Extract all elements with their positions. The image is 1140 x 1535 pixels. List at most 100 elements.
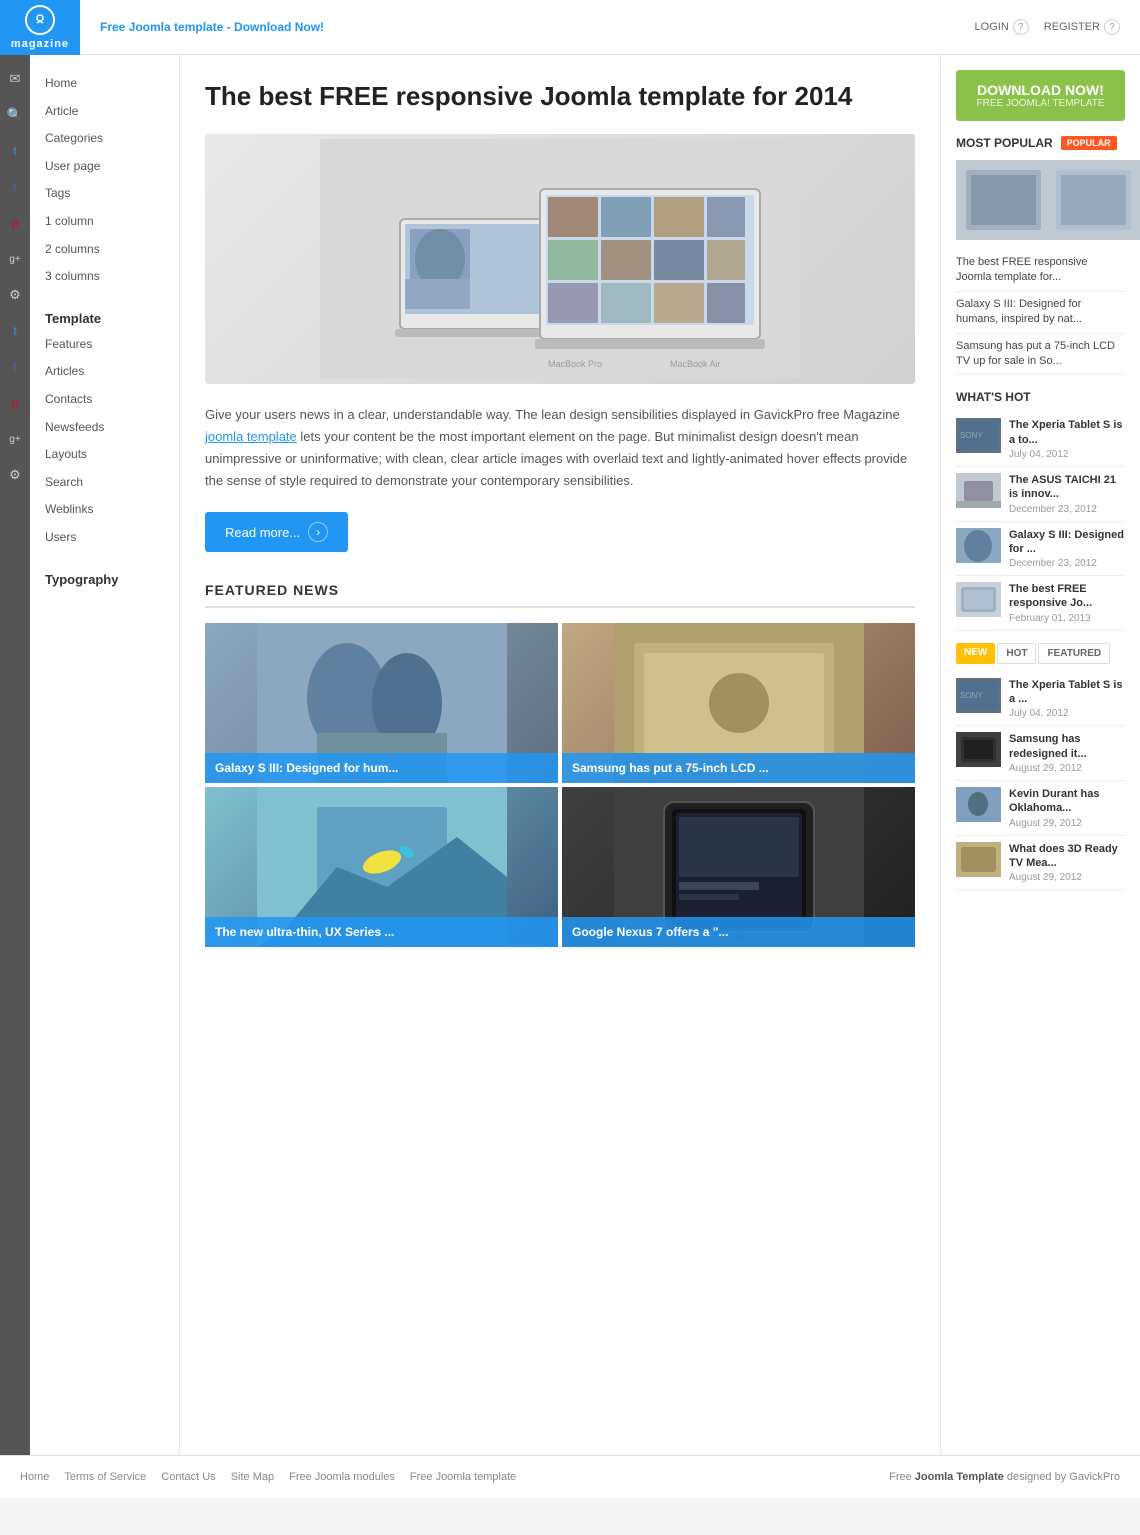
nav-articles[interactable]: Articles xyxy=(45,358,164,386)
read-more-button[interactable]: Read more... › xyxy=(205,512,348,552)
top-bar: magazine Free Joomla template - Download… xyxy=(0,0,1140,55)
featured-caption-4: Google Nexus 7 offers a "... xyxy=(562,917,915,947)
footer: Home Terms of Service Contact Us Site Ma… xyxy=(0,1455,1140,1498)
logo[interactable]: magazine xyxy=(0,0,80,55)
icon-sidebar: ✉ 🔍 t f p g+ ⚙ t f p g+ ⚙ xyxy=(0,55,30,1455)
new-info-3: Kevin Durant has Oklahoma... August 29, … xyxy=(1009,787,1125,829)
nav-contacts[interactable]: Contacts xyxy=(45,386,164,414)
featured-item-2[interactable]: Samsung has put a 75-inch LCD ... xyxy=(562,623,915,783)
svg-text:MacBook Air: MacBook Air xyxy=(670,359,721,369)
nav-features[interactable]: Features xyxy=(45,331,164,359)
popular-main-image xyxy=(956,160,1125,240)
nav-home[interactable]: Home xyxy=(45,70,164,98)
pinterest-icon-2[interactable]: p xyxy=(6,394,24,412)
hot-item-4[interactable]: The best FREE responsive Jo... February … xyxy=(956,576,1125,631)
new-thumb-4 xyxy=(956,842,1001,877)
new-item-2[interactable]: Samsung has redesigned it... August 29, … xyxy=(956,726,1125,781)
hot-item-1[interactable]: SONY The Xperia Tablet S is a to... July… xyxy=(956,412,1125,467)
nav-2col[interactable]: 2 columns xyxy=(45,236,164,264)
hot-thumb-3 xyxy=(956,528,1001,563)
popular-badge: POPULAR xyxy=(1061,136,1117,150)
footer-contact[interactable]: Contact Us xyxy=(161,1471,215,1483)
right-sidebar: DOWNLOAD NOW! FREE JOOMLA! TEMPLATE MOST… xyxy=(940,55,1140,1455)
featured-item-1[interactable]: Galaxy S III: Designed for hum... xyxy=(205,623,558,783)
twitter-icon-1[interactable]: t xyxy=(6,142,24,160)
whats-hot-title: WHAT'S HOT xyxy=(956,390,1125,404)
hot-thumb-4 xyxy=(956,582,1001,617)
search-sidebar-icon[interactable]: 🔍 xyxy=(6,106,24,124)
nav-tags[interactable]: Tags xyxy=(45,180,164,208)
footer-home[interactable]: Home xyxy=(20,1471,49,1483)
popular-item-3[interactable]: Samsung has put a 75-inch LCD TV up for … xyxy=(956,334,1125,376)
tab-featured[interactable]: FEATURED xyxy=(1038,643,1110,664)
rs-tabs: NEW HOT FEATURED xyxy=(956,643,1125,664)
twitter-icon-2[interactable]: t xyxy=(6,322,24,340)
featured-item-4[interactable]: Google Nexus 7 offers a "... xyxy=(562,787,915,947)
page-wrapper: ✉ 🔍 t f p g+ ⚙ t f p g+ ⚙ Home Article C… xyxy=(0,55,1140,1455)
nav-layouts[interactable]: Layouts xyxy=(45,441,164,469)
facebook-icon-2[interactable]: f xyxy=(6,358,24,376)
svg-text:SONY: SONY xyxy=(960,431,983,440)
nav-3col[interactable]: 3 columns xyxy=(45,263,164,291)
facebook-icon-1[interactable]: f xyxy=(6,178,24,196)
new-thumb-2 xyxy=(956,732,1001,767)
featured-item-3[interactable]: The new ultra-thin, UX Series ... xyxy=(205,787,558,947)
nav-categories[interactable]: Categories xyxy=(45,125,164,153)
hot-info-3: Galaxy S III: Designed for ... December … xyxy=(1009,528,1125,570)
hot-info-1: The Xperia Tablet S is a to... July 04, … xyxy=(1009,418,1125,460)
hot-item-3[interactable]: Galaxy S III: Designed for ... December … xyxy=(956,522,1125,577)
logo-text: magazine xyxy=(11,38,69,50)
footer-template[interactable]: Free Joomla template xyxy=(410,1471,516,1483)
read-more-arrow-icon: › xyxy=(308,522,328,542)
new-thumb-1: SONY xyxy=(956,678,1001,713)
tab-hot[interactable]: HOT xyxy=(997,643,1036,664)
nav-user-page[interactable]: User page xyxy=(45,153,164,181)
svg-text:SONY: SONY xyxy=(960,691,983,700)
nav-search[interactable]: Search xyxy=(45,469,164,497)
featured-grid: Galaxy S III: Designed for hum... Samsun… xyxy=(205,623,915,947)
new-item-1[interactable]: SONY The Xperia Tablet S is a ... July 0… xyxy=(956,672,1125,727)
nav-newsfeeds[interactable]: Newsfeeds xyxy=(45,414,164,442)
nav-article[interactable]: Article xyxy=(45,98,164,126)
login-link[interactable]: LOGIN ? xyxy=(975,19,1029,35)
top-nav: LOGIN ? REGISTER ? xyxy=(975,19,1120,35)
googleplus-icon-2[interactable]: g+ xyxy=(6,430,24,448)
footer-tos[interactable]: Terms of Service xyxy=(64,1471,146,1483)
email-icon[interactable]: ✉ xyxy=(6,70,24,88)
featured-caption-1: Galaxy S III: Designed for hum... xyxy=(205,753,558,783)
nav-typography-section: Typography xyxy=(45,572,164,587)
svg-text:MacBook Pro: MacBook Pro xyxy=(548,359,602,369)
register-link[interactable]: REGISTER ? xyxy=(1044,19,1120,35)
login-help-icon: ? xyxy=(1013,19,1029,35)
hot-info-4: The best FREE responsive Jo... February … xyxy=(1009,582,1125,624)
article-title: The best FREE responsive Joomla template… xyxy=(205,80,915,114)
footer-sitemap[interactable]: Site Map xyxy=(231,1471,274,1483)
nav-users[interactable]: Users xyxy=(45,524,164,552)
footer-modules[interactable]: Free Joomla modules xyxy=(289,1471,395,1483)
download-button[interactable]: DOWNLOAD NOW! FREE JOOMLA! TEMPLATE xyxy=(956,70,1125,121)
nav-1col[interactable]: 1 column xyxy=(45,208,164,236)
nav-weblinks[interactable]: Weblinks xyxy=(45,496,164,524)
featured-caption-2: Samsung has put a 75-inch LCD ... xyxy=(562,753,915,783)
new-info-2: Samsung has redesigned it... August 29, … xyxy=(1009,732,1125,774)
pinterest-icon-1[interactable]: p xyxy=(6,214,24,232)
popular-item-2[interactable]: Galaxy S III: Designed for humans, inspi… xyxy=(956,292,1125,334)
popular-item-1[interactable]: The best FREE responsive Joomla template… xyxy=(956,250,1125,292)
new-item-3[interactable]: Kevin Durant has Oklahoma... August 29, … xyxy=(956,781,1125,836)
article-joomla-link[interactable]: joomla template xyxy=(205,429,297,444)
googleplus-icon-1[interactable]: g+ xyxy=(6,250,24,268)
tab-new[interactable]: NEW xyxy=(956,643,995,664)
footer-links: Home Terms of Service Contact Us Site Ma… xyxy=(20,1471,516,1483)
new-thumb-3 xyxy=(956,787,1001,822)
logo-icon xyxy=(25,5,55,35)
hero-image: MacBook Pro MacBook Air xyxy=(205,134,915,384)
hot-thumb-2 xyxy=(956,473,1001,508)
settings-icon-1[interactable]: ⚙ xyxy=(6,286,24,304)
hot-item-2[interactable]: The ASUS TAICHI 21 is innov... December … xyxy=(956,467,1125,522)
settings-icon-2[interactable]: ⚙ xyxy=(6,466,24,484)
tagline-link[interactable]: Download Now! xyxy=(234,20,324,34)
footer-right: Free Joomla Template designed by GavickP… xyxy=(889,1471,1120,1483)
featured-section-title: FEATURED NEWS xyxy=(205,582,915,608)
new-item-4[interactable]: What does 3D Ready TV Mea... August 29, … xyxy=(956,836,1125,891)
nav-sidebar: Home Article Categories User page Tags 1… xyxy=(30,55,180,1455)
